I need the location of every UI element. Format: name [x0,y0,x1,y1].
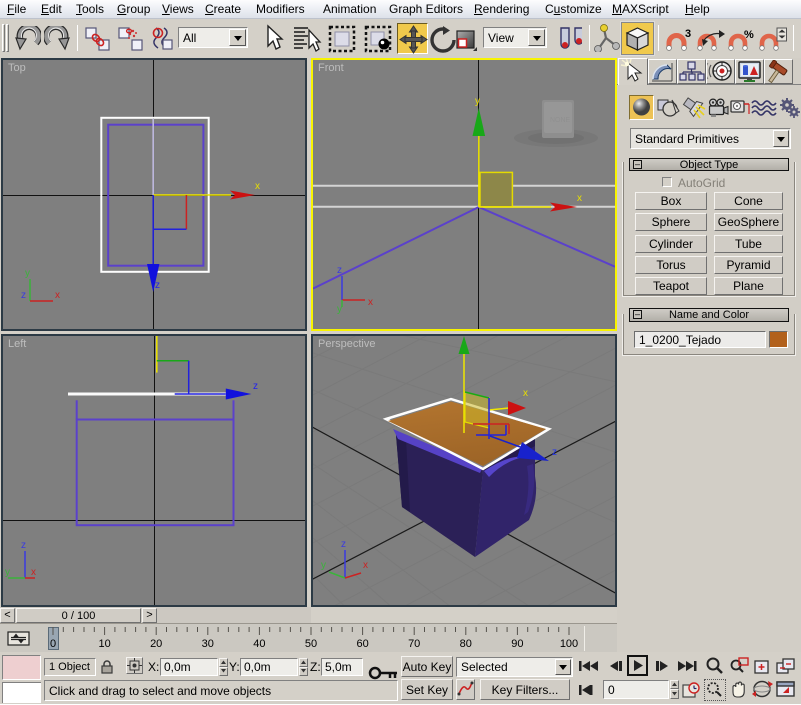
svg-text:x: x [363,560,368,571]
svg-text:z: z [21,290,26,301]
svg-text:y: y [475,96,480,107]
svg-text:y: y [5,567,10,578]
svg-text:50: 50 [305,638,317,650]
svg-text:100: 100 [560,638,578,650]
svg-text:70: 70 [408,638,420,650]
svg-text:z: z [552,447,557,458]
svg-text:30: 30 [202,638,214,650]
svg-text:3: 3 [685,28,691,40]
svg-text:x: x [523,388,528,399]
svg-text:10: 10 [98,638,110,650]
svg-text:x: x [255,181,260,192]
svg-text:%: % [744,29,754,41]
svg-text:z: z [253,381,258,392]
svg-text:90: 90 [511,638,523,650]
svg-text:y: y [321,560,326,571]
svg-text:80: 80 [460,638,472,650]
svg-text:x: x [31,567,36,578]
svg-text:z: z [337,265,342,276]
svg-text:z: z [21,540,26,551]
svg-text:0: 0 [50,638,56,650]
svg-text:20: 20 [150,638,162,650]
svg-text:y: y [25,268,30,279]
svg-text:x: x [55,290,60,301]
svg-text:x: x [368,297,373,308]
svg-text:x: x [577,193,582,204]
svg-text:NONE: NONE [550,117,571,124]
svg-text:z: z [341,539,346,550]
svg-text:z: z [155,280,160,291]
svg-text:40: 40 [253,638,265,650]
svg-text:60: 60 [356,638,368,650]
svg-text:y: y [337,304,342,315]
